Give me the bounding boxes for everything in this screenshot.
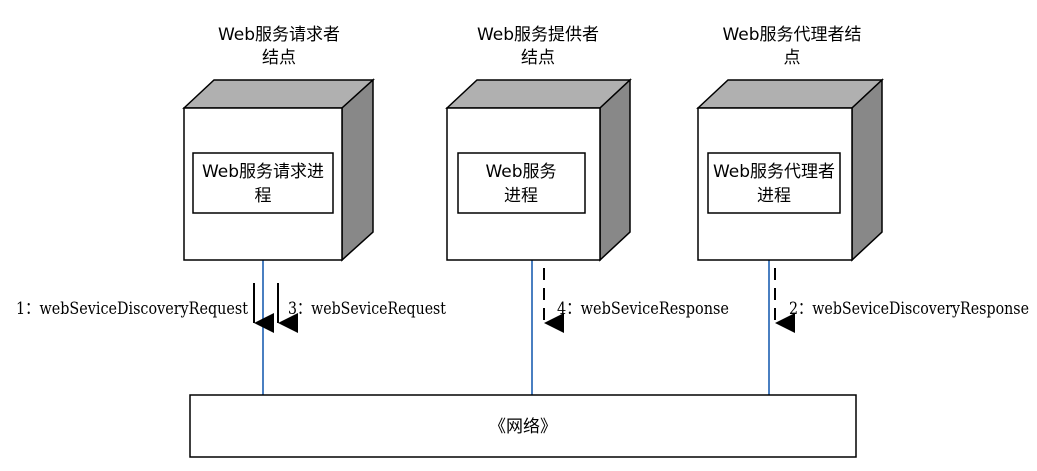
requester-node-title-line2: 结点	[262, 48, 296, 68]
provider-process-line2: 进程	[504, 186, 538, 206]
requester-node-top	[182, 79, 375, 109]
provider-process-line1: Web服务	[485, 162, 556, 182]
broker-node-title-line2: 点	[784, 48, 801, 68]
provider-node: Web服务 进程 Web服务提供者 结点	[445, 25, 632, 262]
message-2-label: 2：webSeviceDiscoveryResponse	[789, 299, 1029, 319]
requester-node-title-line1: Web服务请求者	[218, 25, 340, 45]
message-4-label: 4：webSeviceResponse	[557, 299, 729, 319]
broker-node-title-line1: Web服务代理者结	[722, 25, 861, 45]
broker-node: Web服务代理者 进程 Web服务代理者结 点	[696, 25, 884, 262]
message-1-label: 1：webSeviceDiscoveryRequest	[16, 299, 248, 319]
requester-node: Web服务请求进 程 Web服务请求者 结点	[182, 25, 375, 262]
requester-process-line1: Web服务请求进	[202, 162, 324, 182]
deployment-diagram: Web服务请求进 程 Web服务请求者 结点 Web服务 进程 Web服务提供者…	[0, 0, 1037, 471]
provider-node-title-line1: Web服务提供者	[477, 25, 599, 45]
broker-node-top	[696, 79, 884, 109]
provider-node-side	[599, 78, 631, 262]
broker-process-line1: Web服务代理者	[713, 162, 835, 182]
network-node: 《网络》	[189, 394, 857, 458]
broker-process-line2: 进程	[757, 186, 791, 206]
network-label: 《网络》	[489, 417, 557, 437]
requester-process-line2: 程	[255, 186, 272, 206]
provider-node-title-line2: 结点	[521, 48, 555, 68]
message-3-label: 3：webSeviceRequest	[288, 299, 446, 319]
broker-node-side	[851, 78, 883, 262]
diagram-canvas: Web服务请求进 程 Web服务请求者 结点 Web服务 进程 Web服务提供者…	[16, 25, 1029, 458]
provider-node-top	[445, 79, 632, 109]
requester-node-side	[341, 78, 374, 262]
